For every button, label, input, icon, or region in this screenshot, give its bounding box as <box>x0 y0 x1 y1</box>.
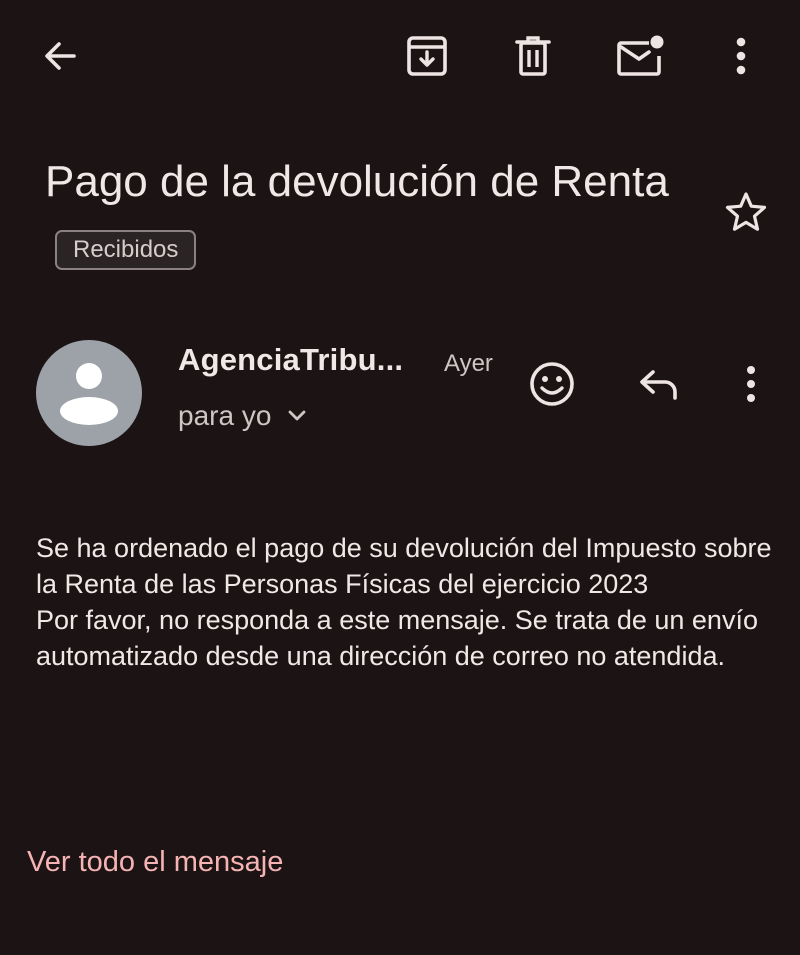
reply-button[interactable] <box>630 356 688 412</box>
recipient-details-toggle[interactable]: para yo <box>178 400 307 432</box>
sent-time: Ayer <box>444 350 493 377</box>
person-icon <box>36 363 142 446</box>
archive-icon <box>405 34 449 78</box>
message-body: Se ha ordenado el pago de su devolución … <box>36 530 776 674</box>
chevron-down-icon <box>287 409 307 423</box>
arrow-back-icon <box>40 36 80 76</box>
emoji-icon <box>528 360 576 408</box>
more-vert-icon <box>734 36 748 76</box>
message-more-options-button[interactable] <box>730 356 772 412</box>
archive-button[interactable] <box>398 28 456 84</box>
back-button[interactable] <box>30 28 90 84</box>
delete-button[interactable] <box>504 28 562 84</box>
avatar[interactable] <box>36 340 142 446</box>
subject-text: Pago de la devolución de Renta <box>45 157 669 206</box>
star-button[interactable] <box>718 184 774 240</box>
mark-unread-button[interactable] <box>608 28 672 84</box>
more-options-button[interactable] <box>716 28 766 84</box>
recipient-text: para yo <box>178 400 272 431</box>
body-paragraph: Se ha ordenado el pago de su devolución … <box>36 533 772 599</box>
email-subject: Pago de la devolución de Renta Recibidos <box>45 147 685 287</box>
star-outline-icon <box>724 190 768 234</box>
trash-icon <box>513 34 553 78</box>
view-full-message-link[interactable]: Ver todo el mensaje <box>27 846 283 879</box>
add-reaction-button[interactable] <box>524 356 580 412</box>
sender-name[interactable]: AgenciaTribu... <box>178 342 403 378</box>
mark-unread-icon <box>615 34 665 78</box>
more-vert-icon <box>745 365 757 403</box>
reply-icon <box>637 366 681 402</box>
label-chip[interactable]: Recibidos <box>55 230 197 270</box>
body-paragraph: Por favor, no responda a este mensaje. S… <box>36 605 758 671</box>
